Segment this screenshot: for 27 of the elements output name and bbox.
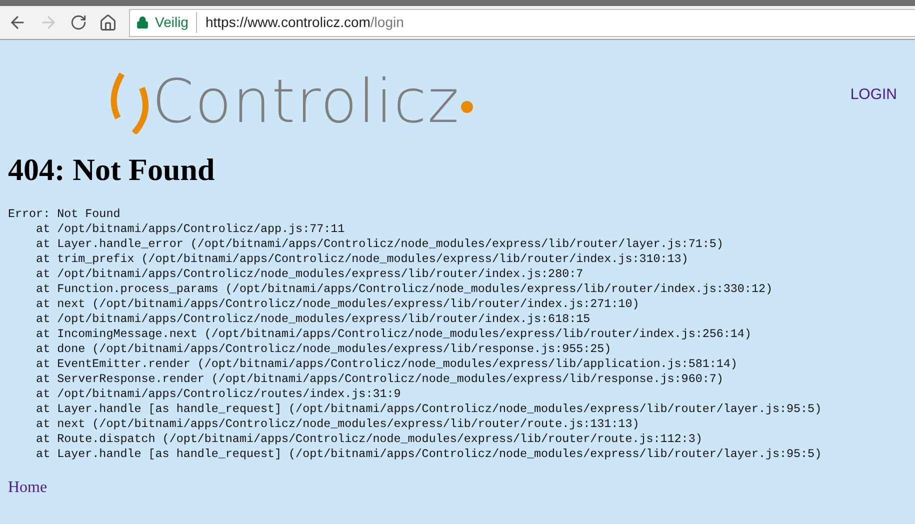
stack-trace-line: at /opt/bitnami/apps/Controlicz/app.js:77:11	[35, 222, 345, 237]
stack-trace-line: at /opt/bitnami/apps/Controlicz/node_modules/express/lib/router/index.js:618:15	[35, 312, 590, 327]
stack-trace-line: at done (/opt/bitnami/apps/Controlicz/node_modules/express/lib/response.js:955:25)	[35, 342, 612, 357]
stack-trace-line: Error: Not Found	[8, 207, 120, 222]
stack-trace-line: at Route.dispatch (/opt/bitnami/apps/Controlicz/node_modules/express/lib/router/route.js:112:3)	[35, 432, 702, 447]
stack-trace-line: at Function.process_params (/opt/bitnami/apps/Controlicz/node_modules/express/lib/router/index.js:330:12)	[35, 282, 772, 297]
stack-trace-line: at /opt/bitnami/apps/Controlicz/routes/index.js:31:9	[35, 387, 401, 402]
stack-trace-line: at IncomingMessage.next (/opt/bitnami/apps/Controlicz/node_modules/express/lib/router/index.js:256:14)	[35, 327, 752, 342]
reload-icon[interactable]	[70, 14, 87, 31]
stack-trace-line: at next (/opt/bitnami/apps/Controlicz/node_modules/express/lib/router/index.js:271:10)	[35, 297, 640, 312]
url-text: https://www.controlicz.com/login	[204, 13, 404, 32]
lock-icon	[136, 16, 149, 29]
home-link[interactable]: Home	[8, 476, 48, 500]
stack-trace-line: at Layer.handle_error (/opt/bitnami/apps/Controlicz/node_modules/express/lib/router/layer.js:71:5)	[35, 237, 724, 252]
controlicz-logo: Controlicz	[108, 70, 474, 134]
stack-trace-line: at Layer.handle [as handle_request] (/opt/bitnami/apps/Controlicz/node_modules/express/lib/router/layer.js:95:5)	[35, 402, 822, 417]
stack-trace-line: at trim_prefix (/opt/bitnami/apps/Controlicz/node_modules/express/lib/router/index.js:310:13)	[35, 252, 688, 267]
error-heading: 404: Not Found	[8, 154, 215, 185]
home-icon[interactable]	[99, 14, 117, 32]
address-bar[interactable]: Veilig https://www.controlicz.com/login	[129, 8, 915, 36]
stack-trace-line: at /opt/bitnami/apps/Controlicz/node_modules/express/lib/router/index.js:280:7	[35, 267, 584, 282]
stack-trace-line: at EventEmitter.render (/opt/bitnami/apps/Controlicz/node_modules/express/lib/application.js:581:14)	[35, 357, 738, 372]
login-link[interactable]: LOGIN	[850, 84, 897, 106]
stack-trace-line: at next (/opt/bitnami/apps/Controlicz/node_modules/express/lib/router/route.js:131:13)	[35, 417, 640, 432]
stack-trace-line: at Layer.handle [as handle_request] (/opt/bitnami/apps/Controlicz/node_modules/express/lib/router/layer.js:95:5)	[35, 447, 822, 462]
stack-trace-line: at ServerResponse.render (/opt/bitnami/apps/Controlicz/node_modules/express/lib/response.js:960:7)	[35, 372, 724, 387]
security-label: Veilig	[155, 12, 198, 33]
